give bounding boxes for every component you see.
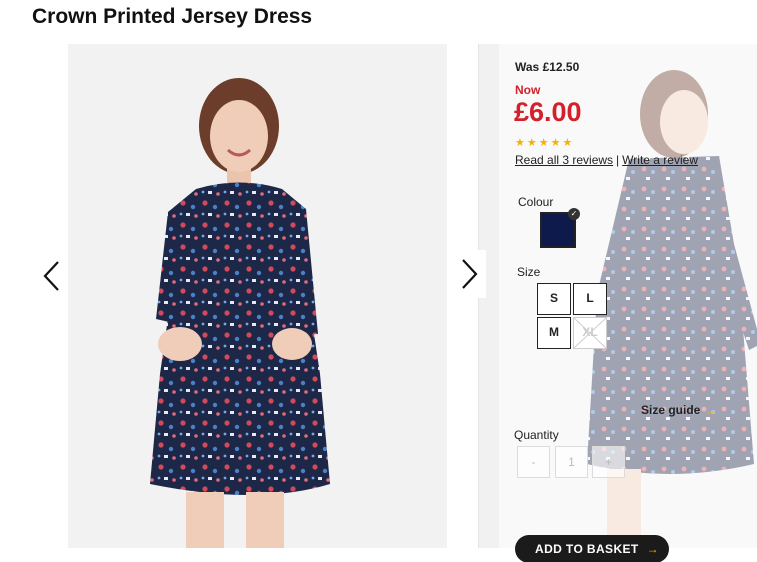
now-label: Now bbox=[515, 83, 541, 97]
current-price: £6.00 bbox=[514, 97, 582, 127]
was-price: Was £12.50 bbox=[515, 60, 580, 74]
next-image-button[interactable] bbox=[452, 250, 486, 298]
write-review-link[interactable]: Write a review bbox=[622, 153, 698, 167]
star-rating: ★★★★★ bbox=[515, 137, 575, 149]
size-option-m[interactable]: M bbox=[537, 317, 571, 349]
add-to-basket-label: ADD TO BASKET bbox=[535, 542, 639, 556]
quantity-increase-button[interactable]: + bbox=[592, 446, 625, 478]
read-reviews-link[interactable]: Read all 3 reviews bbox=[515, 153, 613, 167]
size-guide-label: Size guide bbox=[641, 403, 701, 417]
quantity-decrease-button[interactable]: - bbox=[517, 446, 550, 478]
size-option-xl-label: XL bbox=[582, 325, 598, 339]
previous-image-button[interactable] bbox=[40, 258, 64, 294]
arrow-right-icon: → bbox=[646, 542, 660, 556]
size-option-s[interactable]: S bbox=[537, 283, 571, 315]
quantity-label: Quantity bbox=[514, 428, 559, 442]
chevron-left-icon bbox=[43, 261, 59, 291]
reviews-separator: | bbox=[616, 153, 620, 167]
selected-check-icon: ✓ bbox=[568, 208, 580, 220]
main-product-image bbox=[68, 44, 447, 548]
colour-swatch-navy[interactable]: ✓ bbox=[540, 208, 580, 248]
chevron-right-icon bbox=[462, 259, 478, 289]
reviews-links: Read all 3 reviews | Write a review bbox=[515, 153, 698, 167]
size-label: Size bbox=[517, 265, 541, 279]
size-option-xl-unavailable: XL bbox=[573, 317, 607, 349]
arrow-right-icon: → bbox=[704, 403, 717, 417]
add-to-basket-button[interactable]: ADD TO BASKET → bbox=[515, 535, 669, 562]
colour-label: Colour bbox=[518, 195, 554, 209]
quantity-input[interactable]: 1 bbox=[555, 446, 588, 478]
size-guide-link[interactable]: Size guide → bbox=[641, 403, 716, 417]
model-in-dress-illustration bbox=[150, 78, 330, 548]
product-title: Crown Printed Jersey Dress bbox=[32, 5, 313, 28]
size-option-l[interactable]: L bbox=[573, 283, 607, 315]
